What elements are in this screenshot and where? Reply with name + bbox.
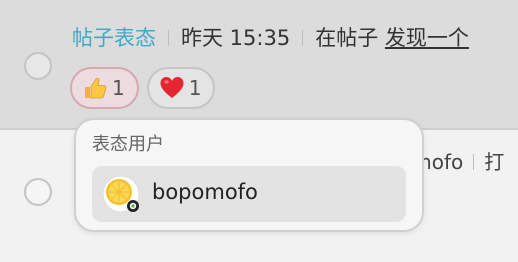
- select-radio[interactable]: [24, 52, 52, 80]
- thumbs-up-icon: [85, 77, 107, 99]
- post-title-link[interactable]: 发现一个: [385, 26, 469, 50]
- notification-type-link[interactable]: 帖子表态: [72, 26, 156, 50]
- notification-page: 帖子表态 昨天 15:35 在帖子 发现一个 1 1 omofo 打 表态用户 …: [0, 0, 518, 262]
- divider: [168, 30, 169, 46]
- reaction-chip-thumbs-up[interactable]: 1: [70, 67, 139, 109]
- notification-row[interactable]: 帖子表态 昨天 15:35 在帖子 发现一个 1 1: [0, 0, 518, 130]
- reaction-count: 1: [112, 76, 125, 100]
- notification-header: 帖子表态 昨天 15:35 在帖子 发现一个: [72, 24, 469, 52]
- reaction-chip-heart[interactable]: 1: [146, 67, 216, 109]
- heart-icon: [160, 77, 184, 98]
- reaction-list: 1 1: [70, 67, 216, 109]
- notification-action-text: 在帖子: [315, 26, 379, 50]
- divider: [302, 30, 304, 46]
- select-radio[interactable]: [24, 178, 52, 206]
- divider: [473, 154, 475, 170]
- lemon-avatar-icon: [102, 175, 140, 213]
- reaction-count: 1: [188, 76, 202, 100]
- reaction-user-item[interactable]: bopomofo: [92, 166, 406, 222]
- popover-title: 表态用户: [92, 134, 164, 155]
- notification-action-text: 打: [484, 150, 505, 174]
- reaction-users-popover: 表态用户 bopomofo: [74, 118, 424, 232]
- reaction-user-name: bopomofo: [152, 180, 258, 204]
- notification-time: 昨天 15:35: [181, 26, 291, 50]
